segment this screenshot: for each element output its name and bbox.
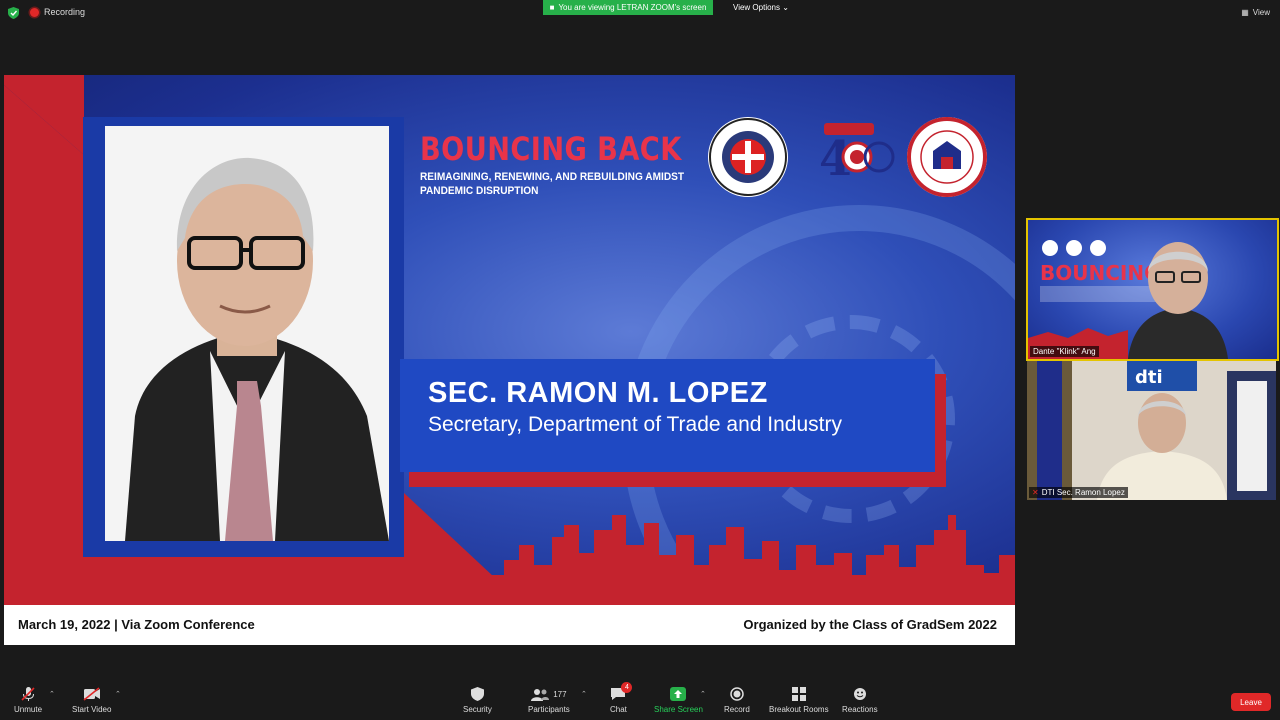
- breakout-rooms-icon: [791, 687, 806, 701]
- participant-video-2: dti: [1027, 361, 1276, 500]
- audio-options-caret-icon[interactable]: ⌃: [49, 690, 55, 698]
- letran-seal-logo: [708, 117, 788, 197]
- participants-options-caret-icon[interactable]: ⌃: [581, 690, 587, 698]
- footer-date-venue: March 19, 2022 | Via Zoom Conference: [18, 617, 255, 632]
- video-off-icon: [83, 687, 100, 701]
- encryption-shield-icon[interactable]: [8, 7, 19, 19]
- viewing-screen-banner: ■ You are viewing LETRAN ZOOM's screen: [543, 0, 713, 15]
- muted-mic-icon: ✕: [1032, 488, 1039, 497]
- participant-name: DTI Sec. Ramon Lopez: [1041, 488, 1125, 497]
- letran-400-logo: 4: [809, 117, 899, 197]
- recording-indicator[interactable]: Recording: [30, 7, 85, 17]
- recording-label: Recording: [44, 7, 86, 17]
- reactions-smiley-icon: [853, 688, 866, 700]
- speaker-portrait-illustration: [105, 126, 389, 541]
- breakout-rooms-button[interactable]: Breakout Rooms: [769, 686, 829, 714]
- video-tile-participant[interactable]: dti ✕ DTI Sec. Ramon Lopez: [1027, 361, 1276, 500]
- start-video-label: Start Video: [72, 705, 112, 714]
- record-button[interactable]: Record: [724, 686, 750, 714]
- slide-footer: March 19, 2022 | Via Zoom Conference Org…: [4, 605, 1015, 645]
- chat-unread-badge: 4: [621, 682, 633, 693]
- security-label: Security: [463, 705, 492, 714]
- share-screen-label: Share Screen: [654, 705, 703, 714]
- svg-text:BOUNCING: BOUNCING: [1040, 261, 1161, 285]
- speaker-icon: ■: [549, 3, 555, 12]
- participants-button[interactable]: 177 Participants: [528, 686, 570, 714]
- chat-label: Chat: [610, 705, 627, 714]
- leave-button[interactable]: Leave: [1231, 693, 1271, 711]
- participants-label: Participants: [528, 705, 570, 714]
- security-button[interactable]: Security: [463, 686, 492, 714]
- view-options-label: View Options: [733, 3, 780, 12]
- video-options-caret-icon[interactable]: ⌃: [115, 690, 121, 698]
- grid-view-icon: ▦: [1241, 8, 1249, 17]
- speaker-photo: [105, 126, 389, 541]
- meeting-toolbar: Unmute ⌃ Start Video ⌃ Security 177 Part…: [0, 676, 1280, 720]
- start-video-button[interactable]: Start Video: [72, 686, 111, 714]
- participant-name-tag: Dante "Klink" Ang: [1030, 346, 1099, 357]
- security-shield-icon: [470, 687, 484, 701]
- footer-organizer: Organized by the Class of GradSem 2022: [743, 617, 997, 632]
- slide-title: BOUNCING BACK: [420, 130, 682, 168]
- chat-button[interactable]: 4 Chat: [610, 682, 633, 714]
- share-options-caret-icon[interactable]: ⌃: [700, 690, 706, 698]
- participant-video-1: BOUNCING: [1028, 240, 1228, 359]
- participants-icon: [531, 688, 550, 701]
- view-label: View: [1252, 8, 1270, 17]
- view-button[interactable]: ▦ View: [1241, 8, 1270, 17]
- view-options-button[interactable]: View Options ⌄: [733, 3, 789, 12]
- breakout-rooms-label: Breakout Rooms: [769, 705, 829, 714]
- share-screen-button[interactable]: Share Screen: [654, 686, 703, 714]
- record-icon: [730, 687, 744, 701]
- meeting-top-bar: Recording ■ You are viewing LETRAN ZOOM'…: [0, 0, 1280, 26]
- participant-name-tag: ✕ DTI Sec. Ramon Lopez: [1029, 487, 1128, 498]
- participant-name: Dante "Klink" Ang: [1033, 347, 1096, 356]
- letran-graduate-school-seal: [907, 117, 987, 197]
- reactions-button[interactable]: Reactions: [842, 686, 878, 714]
- speaker-name: SEC. RAMON M. LOPEZ: [428, 377, 768, 409]
- record-label: Record: [724, 705, 750, 714]
- participants-count: 177: [553, 689, 567, 699]
- microphone-muted-icon: [21, 687, 35, 701]
- recording-dot-icon: [30, 7, 39, 17]
- slide-subtitle: REIMAGINING, RENEWING, AND REBUILDING AM…: [420, 171, 685, 197]
- speaker-role: Secretary, Department of Trade and Indus…: [428, 413, 842, 436]
- chevron-down-icon: ⌄: [782, 3, 789, 12]
- svg-text:dti: dti: [1135, 367, 1163, 388]
- unmute-label: Unmute: [14, 705, 43, 714]
- video-tile-active-speaker[interactable]: BOUNCING Dante "Klink" Ang: [1026, 218, 1279, 361]
- unmute-button[interactable]: Unmute: [14, 686, 42, 714]
- reactions-label: Reactions: [842, 705, 878, 714]
- share-screen-icon: [670, 687, 687, 701]
- viewing-banner-text: You are viewing LETRAN ZOOM's screen: [558, 3, 707, 12]
- shared-screen: BOUNCING BACK REIMAGINING, RENEWING, AND…: [4, 75, 1015, 645]
